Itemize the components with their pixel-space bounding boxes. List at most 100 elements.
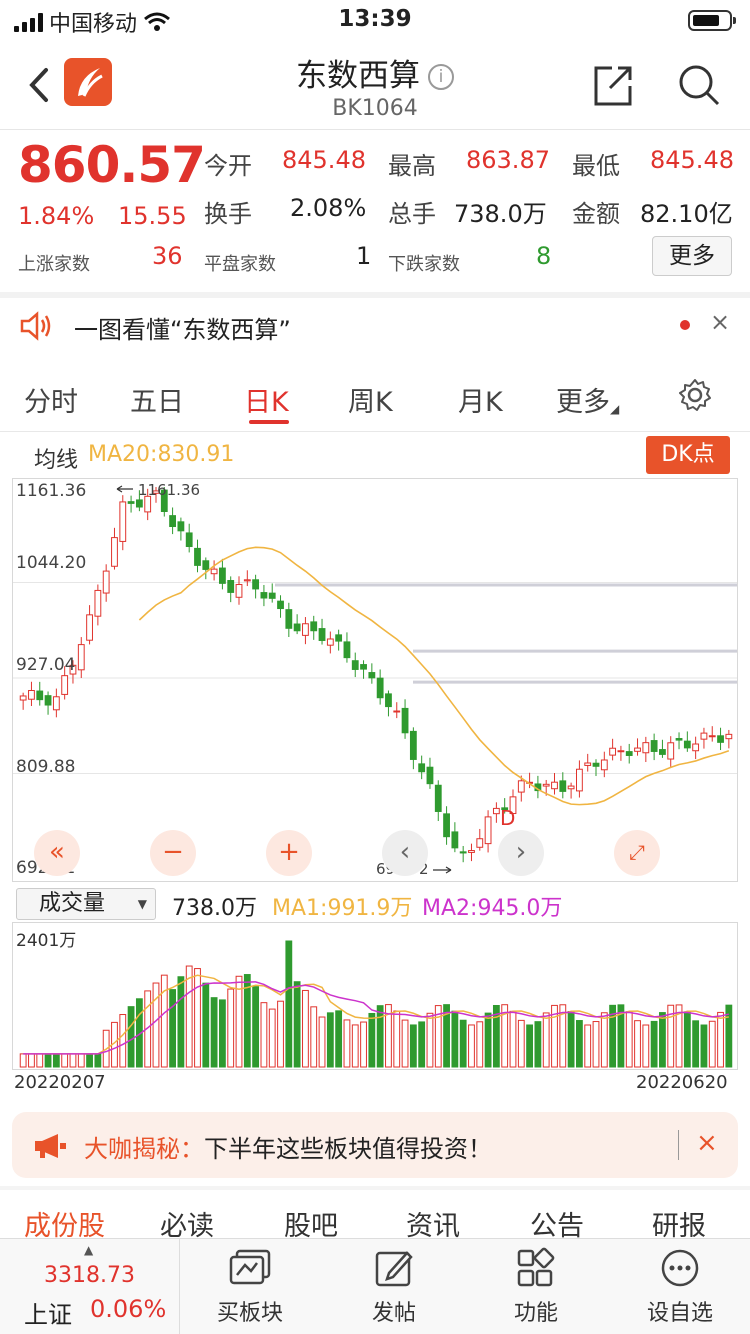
volume-value: 738.0万 [454, 200, 547, 228]
volume-bar [476, 1021, 484, 1068]
candle-body [600, 759, 608, 771]
candle-body [434, 784, 442, 812]
candle-body [492, 807, 500, 815]
volume-bar [484, 1012, 492, 1068]
news-strip[interactable]: 一图看懂“东数西算” × [0, 296, 750, 358]
search-icon[interactable] [676, 62, 722, 108]
min-marker [433, 866, 452, 874]
volume-bar [152, 982, 160, 1068]
candle-body [476, 838, 484, 848]
volume-bar [517, 1019, 525, 1068]
candle-body [219, 567, 226, 584]
y-label-4: 809.88 [16, 757, 76, 777]
tab-news[interactable]: 资讯 [406, 1204, 460, 1238]
candle-body [401, 707, 409, 734]
tab-must-read[interactable]: 必读 [160, 1204, 214, 1238]
candle-body [609, 747, 617, 756]
more-quote-button[interactable]: 更多 [652, 236, 732, 276]
candle-body [459, 851, 467, 854]
volume-bar [700, 1024, 708, 1068]
tab-monthly-k[interactable]: 月K [458, 380, 503, 419]
functions-button[interactable]: 功能 [476, 1247, 596, 1327]
volume-label: 总手 [388, 200, 436, 228]
tab-constituents[interactable]: 成份股 [24, 1204, 105, 1238]
page-title-text: 东数西算 [296, 58, 420, 94]
volume-svg [19, 940, 733, 1068]
functions-label: 功能 [513, 1301, 558, 1326]
volume-bar [268, 1008, 276, 1068]
candle-body [61, 675, 69, 695]
volume-bar [169, 989, 176, 1068]
candle-body [617, 750, 625, 753]
dk-point-button[interactable]: DK点 [646, 436, 730, 474]
change-value: 15.55 [118, 202, 187, 230]
candle-body [335, 634, 343, 642]
candle-body [202, 560, 210, 570]
fullscreen-icon[interactable]: ⤢ [614, 830, 660, 876]
candle-body [185, 532, 193, 548]
buy-sector-button[interactable]: 买板块 [190, 1247, 310, 1327]
volume-bar [293, 981, 301, 1068]
volume-bar [683, 1011, 691, 1068]
tab-five-day[interactable]: 五日 [130, 380, 184, 419]
open-value: 845.48 [282, 146, 366, 174]
expand-up-icon: ▲ [84, 1243, 94, 1257]
volume-bar [202, 982, 210, 1068]
gear-icon[interactable] [678, 378, 712, 412]
active-tab-indicator [249, 420, 289, 424]
y-label-3: 927.04 [16, 655, 76, 675]
tab-intraday[interactable]: 分时 [24, 380, 78, 419]
volume-ma2: MA2:945.0万 [422, 896, 563, 921]
tab-daily-k[interactable]: 日K [244, 380, 289, 419]
volume-bar [592, 1021, 600, 1068]
tab-weekly-k[interactable]: 周K [348, 380, 393, 419]
buy-sector-icon [229, 1249, 271, 1285]
volume-bar [534, 1021, 542, 1068]
indicator-select[interactable]: 成交量 ▼ [16, 888, 156, 920]
candle-body [293, 623, 301, 632]
zoom-in-button[interactable]: + [266, 830, 312, 876]
clock: 13:39 [338, 6, 412, 32]
candle-body [717, 735, 724, 743]
volume-bar [28, 1053, 35, 1068]
add-watchlist-icon [661, 1249, 699, 1287]
volume-bar [194, 968, 201, 1068]
volume-bar [343, 1019, 351, 1068]
page-title: 东数西算 i [0, 50, 750, 95]
speaker-icon [20, 311, 51, 341]
volume-bar [219, 999, 226, 1068]
candle-body [360, 664, 367, 670]
add-watchlist-button[interactable]: 设自选 [620, 1247, 740, 1327]
scroll-left-button[interactable]: ‹ [382, 830, 428, 876]
kline-chart[interactable] [12, 478, 738, 882]
index-ticker[interactable]: ▲ 3318.73 上证 0.06% [0, 1239, 180, 1334]
candle-body [468, 850, 475, 853]
candle-body [169, 515, 176, 528]
candle-body [675, 738, 683, 741]
scroll-right-button[interactable]: › [498, 830, 544, 876]
tab-research[interactable]: 研报 [652, 1204, 706, 1238]
candle-body [343, 641, 351, 659]
tab-announcements[interactable]: 公告 [530, 1204, 584, 1238]
volume-chart[interactable] [12, 922, 738, 1070]
candle-body [683, 740, 691, 749]
close-banner-icon[interactable]: × [696, 1128, 718, 1158]
info-icon[interactable]: i [428, 64, 454, 90]
scroll-left-fast-button[interactable]: « [34, 830, 80, 876]
tab-forum[interactable]: 股吧 [284, 1204, 338, 1238]
close-news-icon[interactable]: × [710, 308, 730, 336]
turnover-value: 2.08% [290, 194, 367, 222]
news-title[interactable]: 一图看懂“东数西算” [74, 310, 291, 345]
banner-text[interactable]: 大咖揭秘：下半年这些板块值得投资！ [84, 1129, 492, 1164]
post-button[interactable]: 发帖 [334, 1247, 454, 1327]
volume-bar [210, 997, 218, 1068]
tab-more[interactable]: 更多◢ [556, 380, 619, 419]
candle-body [542, 783, 550, 787]
volume-bar [77, 1053, 85, 1068]
candle-body [260, 592, 268, 599]
zoom-out-button[interactable]: − [150, 830, 196, 876]
volume-bar [61, 1053, 69, 1068]
share-icon[interactable] [590, 62, 636, 108]
promo-banner[interactable]: 大咖揭秘：下半年这些板块值得投资！ × [12, 1112, 738, 1178]
candle-body [44, 695, 52, 706]
